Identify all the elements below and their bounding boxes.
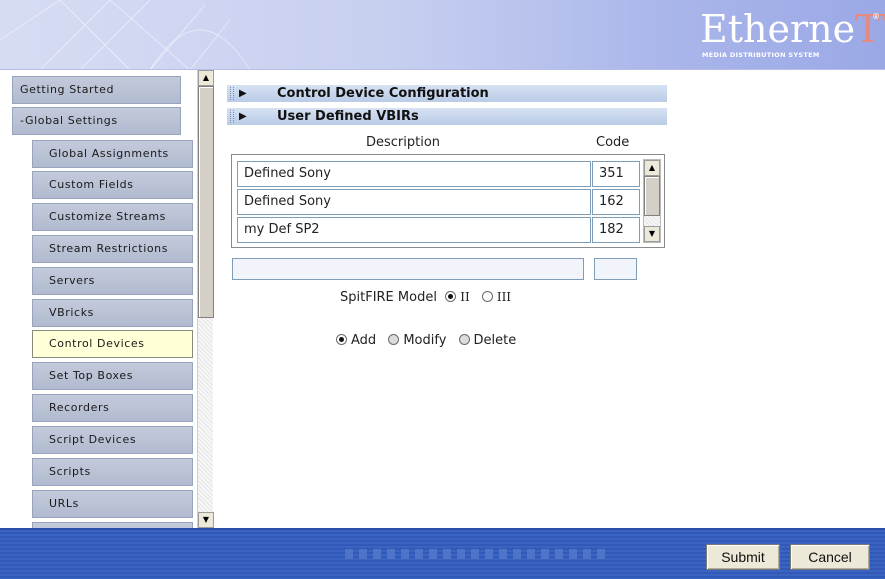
footer-bar: Submit Cancel — [0, 528, 885, 579]
row-code[interactable]: 162 — [592, 189, 640, 215]
sidebar-item-scripts[interactable]: Scripts — [32, 458, 193, 486]
row-code[interactable]: 351 — [592, 161, 640, 187]
add-label: Add — [351, 333, 377, 348]
sidebar-item-customize-streams[interactable]: Customize Streams — [32, 203, 193, 231]
sidebar-scroll-thumb[interactable] — [198, 86, 214, 318]
table-scroll-thumb[interactable] — [644, 176, 660, 216]
delete-radio[interactable] — [458, 334, 470, 345]
row-description[interactable]: my Def SP2 — [237, 217, 591, 243]
logo-wordmark: EtherneTV — [700, 8, 885, 50]
column-header-code: Code — [596, 135, 630, 150]
sidebar-item-stream-restrictions[interactable]: Stream Restrictions — [32, 235, 193, 263]
scroll-up-icon[interactable]: ▲ — [644, 160, 660, 176]
spitfire-model-group: SpitFIRE Model II III — [340, 290, 511, 305]
sidebar-item-set-top-boxes[interactable]: Set Top Boxes — [32, 362, 193, 390]
logo-brand-text: Etherne — [700, 7, 856, 51]
model-iii-radio[interactable] — [481, 291, 493, 302]
submit-button[interactable]: Submit — [706, 544, 780, 570]
section-title: User Defined VBIRs — [277, 109, 419, 124]
scroll-down-icon[interactable]: ▼ — [198, 512, 214, 528]
main-panel: ▶ Control Device Configuration ▶ User De… — [215, 70, 885, 528]
row-code[interactable]: 182 — [592, 217, 640, 243]
cancel-button[interactable]: Cancel — [790, 544, 870, 570]
row-description[interactable]: Defined Sony — [237, 161, 591, 187]
sidebar-item-script-devices[interactable]: Script Devices — [32, 426, 193, 454]
expand-arrow-icon: ▶ — [239, 88, 247, 99]
model-iii-label: III — [496, 290, 512, 304]
description-input[interactable] — [232, 258, 584, 280]
sidebar: Getting Started -Global Settings Global … — [0, 70, 215, 528]
sidebar-item-custom-fields[interactable]: Custom Fields — [32, 171, 193, 199]
sidebar-scrollbar[interactable]: ▲ ▼ — [197, 70, 214, 528]
sidebar-item-getting-started[interactable]: Getting Started — [12, 76, 181, 104]
grip-icon — [230, 87, 234, 100]
row-description[interactable]: Defined Sony — [237, 189, 591, 215]
section-user-defined-vbirs[interactable]: ▶ User Defined VBIRs — [227, 108, 667, 125]
modify-radio[interactable] — [388, 334, 400, 345]
table-scrollbar[interactable]: ▲ ▼ — [643, 159, 661, 243]
expand-arrow-icon: ▶ — [239, 111, 247, 122]
sidebar-item-recorders[interactable]: Recorders — [32, 394, 193, 422]
section-control-device-configuration[interactable]: ▶ Control Device Configuration — [227, 85, 667, 102]
logo-tv-text: TV — [855, 7, 885, 51]
scroll-down-icon[interactable]: ▼ — [644, 226, 660, 242]
sidebar-item-global-settings[interactable]: -Global Settings — [12, 107, 181, 135]
action-group: Add Modify Delete — [336, 333, 516, 348]
sidebar-item-global-assignments[interactable]: Global Assignments — [32, 140, 193, 168]
header-decoration — [0, 0, 250, 69]
model-ii-radio[interactable] — [445, 291, 457, 302]
delete-label: Delete — [473, 333, 517, 348]
etherne-tv-logo: EtherneTV ® MEDIA DISTRIBUTION SYSTEM — [700, 8, 885, 64]
sidebar-item-servers[interactable]: Servers — [32, 267, 193, 295]
modify-label: Modify — [403, 333, 447, 348]
logo-tagline: MEDIA DISTRIBUTION SYSTEM — [702, 51, 820, 59]
vbir-list: Defined Sony 351 Defined Sony 162 my Def… — [231, 154, 665, 248]
column-header-description: Description — [366, 135, 441, 150]
scroll-up-icon[interactable]: ▲ — [198, 70, 214, 86]
header-banner: EtherneTV ® MEDIA DISTRIBUTION SYSTEM — [0, 0, 885, 70]
sidebar-item-vbricks[interactable]: VBricks — [32, 299, 193, 327]
app-window: EtherneTV ® MEDIA DISTRIBUTION SYSTEM Ge… — [0, 0, 885, 579]
code-input[interactable] — [594, 258, 637, 280]
grip-icon — [230, 110, 234, 123]
sidebar-item-control-devices[interactable]: Control Devices — [32, 330, 193, 358]
section-title: Control Device Configuration — [277, 86, 489, 101]
footer-decoration — [345, 549, 605, 559]
sidebar-item-urls[interactable]: URLs — [32, 490, 193, 518]
add-radio[interactable] — [336, 334, 347, 345]
logo-registered-mark: ® — [872, 12, 880, 21]
spitfire-model-label: SpitFIRE Model — [340, 290, 437, 305]
model-ii-label: II — [460, 290, 470, 304]
